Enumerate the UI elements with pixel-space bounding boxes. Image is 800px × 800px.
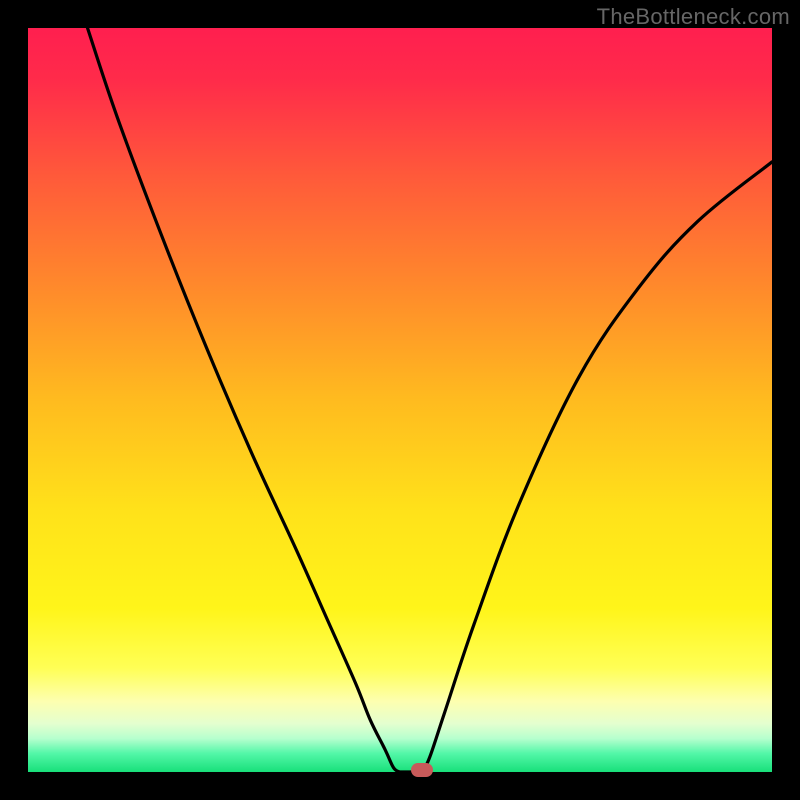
chart-frame bbox=[28, 28, 772, 772]
minimum-marker bbox=[411, 763, 433, 777]
watermark-text: TheBottleneck.com bbox=[597, 4, 790, 30]
gradient-background bbox=[28, 28, 772, 772]
